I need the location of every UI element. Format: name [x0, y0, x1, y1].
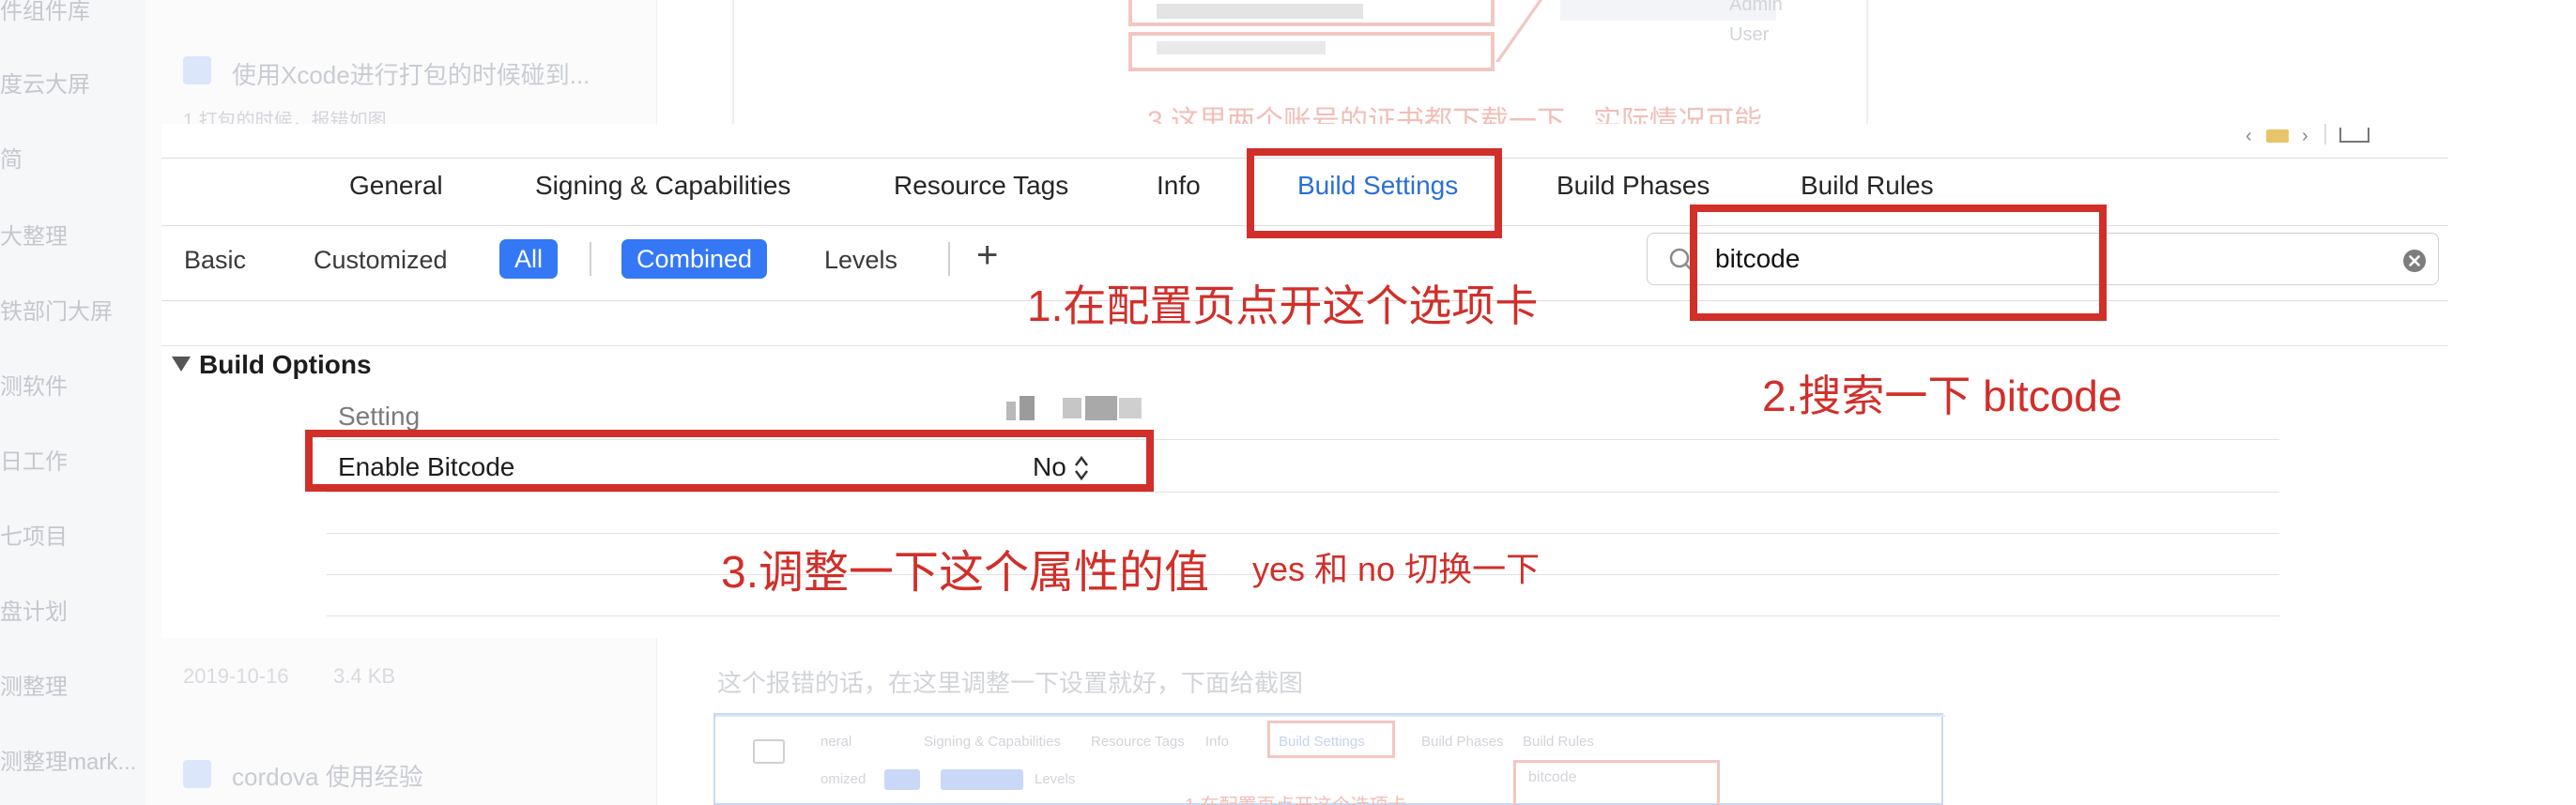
row-divider — [327, 533, 2279, 534]
blurred-target-name — [1085, 396, 1117, 420]
mini-filter: Levels — [1035, 771, 1076, 787]
sidebar-item[interactable]: 度云大屏 — [0, 66, 90, 99]
filter-levels[interactable]: Levels — [824, 246, 897, 275]
filter-all[interactable]: All — [499, 239, 559, 279]
blurred-target-name — [1119, 398, 1142, 418]
sidebar-item[interactable]: 大整理 — [0, 218, 68, 251]
section-title[interactable]: Build Options — [199, 350, 372, 380]
sidebar-item[interactable]: 七项目 — [0, 518, 68, 551]
faint-arrow — [1495, 0, 1596, 62]
warning-icon — [2266, 129, 2289, 143]
clear-search-icon[interactable] — [2402, 249, 2427, 273]
row-divider — [327, 615, 2279, 616]
sidebar-item[interactable]: 测整理 — [0, 668, 68, 701]
sidebar-item[interactable]: 测整理mark... — [0, 743, 136, 776]
tab-info[interactable]: Info — [1157, 171, 1201, 201]
tab-general[interactable]: General — [349, 171, 443, 201]
column-header-setting: Setting — [338, 402, 421, 431]
mini-tab: Info — [1205, 734, 1230, 750]
blurred-text — [1157, 4, 1363, 19]
blurred-text — [1157, 41, 1326, 54]
filter-divider — [948, 242, 950, 276]
role-label: User — [1729, 24, 1770, 45]
embedded-image-top: Admin User 3.这里两个账号的证书都下载一下，实际情况可能 — [732, 0, 1868, 137]
mini-tab: Resource Tags — [1091, 734, 1185, 750]
sidebar-item[interactable]: 测软件 — [0, 368, 68, 401]
image-icon — [753, 739, 785, 764]
add-setting-button[interactable]: + — [976, 235, 998, 277]
mini-tab: Signing & Capabilities — [924, 734, 1061, 750]
highlight-box-build-settings — [1247, 148, 1502, 238]
highlight-box-enable-bitcode — [305, 430, 1154, 492]
divider — [161, 345, 2448, 346]
tab-build-rules[interactable]: Build Rules — [1801, 171, 1934, 201]
xcode-build-settings-screenshot: ‹ › General Signing & Capabilities Resou… — [161, 124, 2448, 638]
background-sidebar: 件组件库 度云大屏 简 大整理 铁部门大屏 测软件 日工作 七项目 盘计划 测整… — [0, 0, 146, 805]
filter-combined[interactable]: Combined — [621, 239, 768, 279]
toolbar-fragment: ‹ › — [2246, 124, 2433, 147]
blurred-target-name — [1006, 402, 1016, 420]
tab-build-phases[interactable]: Build Phases — [1556, 171, 1710, 201]
sidebar-item[interactable]: 日工作 — [0, 443, 68, 476]
embedded-image-bottom: neral Signing & Capabilities Resource Ta… — [713, 713, 1945, 805]
disclosure-triangle-icon[interactable] — [171, 355, 192, 373]
note-paragraph: 这个报错的话，在这里调整一下设置就好，下面给截图 — [717, 669, 1304, 697]
mini-pill — [941, 769, 1023, 790]
note-size: 3.4 KB — [333, 664, 396, 688]
role-label: Admin — [1729, 0, 1783, 15]
chevron-right-icon[interactable]: › — [2302, 126, 2308, 147]
chevron-left-icon[interactable]: ‹ — [2246, 126, 2252, 147]
note-icon — [183, 56, 211, 84]
mini-filter: omized — [820, 771, 866, 787]
image-border — [715, 715, 1945, 717]
tab-resource-tags[interactable]: Resource Tags — [894, 171, 1068, 201]
sidebar-item[interactable]: 简 — [0, 141, 23, 174]
note-date: 2019-10-16 — [183, 664, 289, 688]
mini-tab: neral — [820, 734, 852, 750]
tab-signing-capabilities[interactable]: Signing & Capabilities — [535, 171, 790, 201]
faint-annotation: 1.在配置页点开这个选项卡 — [1185, 790, 1407, 805]
annotation-step1: 1.在配置页点开这个选项卡 — [1027, 281, 1539, 330]
highlight-box-search — [1690, 205, 2107, 321]
blurred-target-name — [1020, 396, 1035, 420]
layout-icon[interactable] — [2339, 128, 2369, 143]
note-title[interactable]: cordova 使用经验 — [232, 758, 423, 793]
row-divider — [327, 492, 2279, 493]
annotation-step3: 3.调整一下这个属性的值 — [721, 548, 1210, 598]
mini-tab: Build Settings — [1279, 734, 1365, 750]
sidebar-item[interactable]: 盘计划 — [0, 593, 68, 626]
mini-tab: Build Phases — [1421, 734, 1504, 750]
mini-pill — [884, 769, 920, 790]
note-title[interactable]: 使用Xcode进行打包的时候碰到... — [232, 56, 590, 91]
sidebar-item[interactable]: 件组件库 — [0, 0, 90, 25]
mini-tab: Build Rules — [1523, 734, 1594, 750]
sidebar-item[interactable]: 铁部门大屏 — [0, 293, 113, 326]
annotation-step3-extra: yes 和 no 切换一下 — [1252, 550, 1541, 588]
note-icon — [183, 760, 211, 788]
filter-divider — [590, 242, 591, 276]
filter-customized[interactable]: Customized — [314, 246, 448, 275]
toolbar-divider — [2324, 124, 2326, 144]
annotation-step2: 2.搜索一下 bitcode — [1762, 372, 2123, 420]
filter-basic[interactable]: Basic — [184, 246, 246, 275]
blurred-target-name — [1063, 398, 1081, 418]
mini-search: bitcode — [1528, 769, 1577, 785]
